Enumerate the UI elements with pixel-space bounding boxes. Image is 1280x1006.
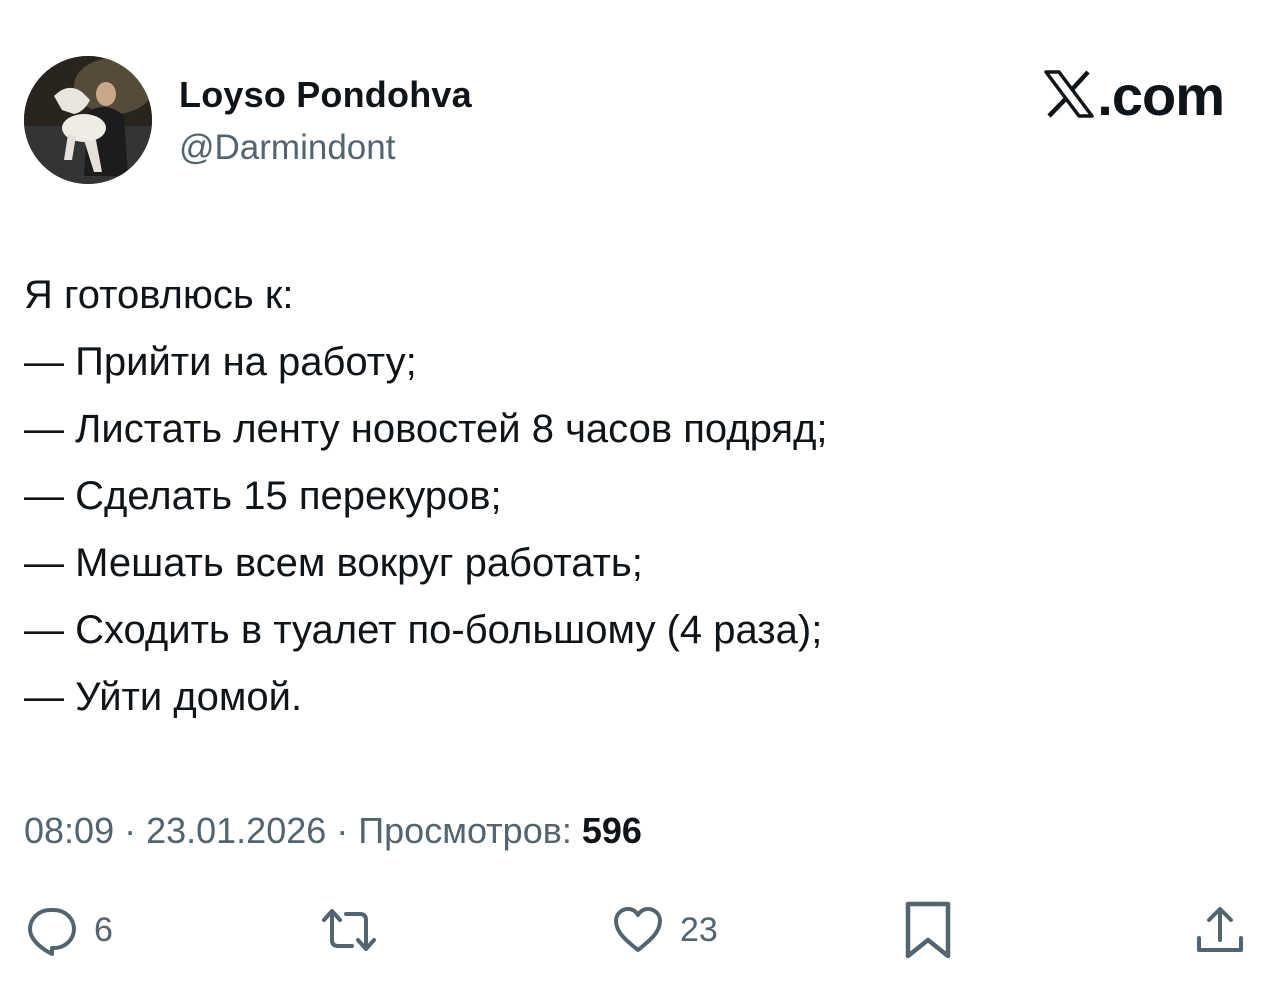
author-handle[interactable]: @Darmindont xyxy=(179,128,395,168)
tweet-line: — Прийти на работу; xyxy=(24,340,417,384)
meta-separator: · xyxy=(326,810,359,851)
views-count: 596 xyxy=(581,810,642,851)
share-icon xyxy=(1192,902,1248,958)
tweet-time[interactable]: 08:09 xyxy=(24,810,114,851)
tweet-line: — Мешать всем вокруг работать; xyxy=(24,541,643,585)
tweet-line: — Уйти домой. xyxy=(24,675,303,719)
like-button[interactable]: 23 xyxy=(610,895,718,965)
share-button[interactable] xyxy=(1192,895,1248,965)
action-bar: 6 23 xyxy=(0,895,1280,965)
bookmark-button[interactable] xyxy=(900,895,956,965)
like-count: 23 xyxy=(680,910,718,949)
repost-button[interactable] xyxy=(318,895,394,965)
brand-logo: .com xyxy=(1043,64,1225,127)
heart-icon xyxy=(610,902,666,958)
tweet-line: — Сходить в туалет по-большому (4 раза); xyxy=(24,608,823,652)
views-label: Просмотров: xyxy=(358,810,582,851)
reply-count: 6 xyxy=(94,910,113,949)
tweet-meta: 08:09 · 23.01.2026 · Просмотров: 596 xyxy=(24,810,642,852)
tweet-date[interactable]: 23.01.2026 xyxy=(146,810,326,851)
avatar[interactable] xyxy=(24,56,152,184)
avatar-photo xyxy=(24,56,152,184)
repost-icon xyxy=(318,902,380,958)
reply-icon xyxy=(24,902,80,958)
tweet-line: — Сделать 15 перекуров; xyxy=(24,474,502,518)
tweet-line: Я готовлюсь к: xyxy=(24,273,294,317)
author-display-name[interactable]: Loyso Pondohva xyxy=(179,74,472,116)
meta-separator: · xyxy=(114,810,147,851)
brand-suffix: .com xyxy=(1097,64,1225,127)
tweet-line: — Листать ленту новостей 8 часов подряд; xyxy=(24,407,828,451)
reply-button[interactable]: 6 xyxy=(24,895,113,965)
tweet-text: Я готовлюсь к: — Прийти на работу; — Лис… xyxy=(24,262,1224,731)
x-logo-icon xyxy=(1043,69,1095,123)
bookmark-icon xyxy=(900,900,956,960)
